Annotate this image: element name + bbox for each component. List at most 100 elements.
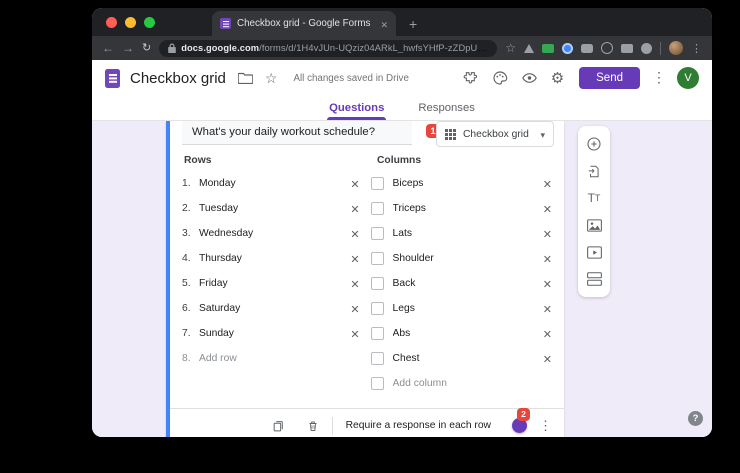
star-form-icon[interactable] [265,70,278,87]
remove-column-icon[interactable] [543,250,552,268]
column-label[interactable]: Legs [393,303,537,314]
column-label[interactable]: Triceps [393,203,537,214]
question-type-dropdown[interactable]: Checkbox grid [436,121,554,147]
row-label[interactable]: Wednesday [199,228,344,239]
add-section-icon[interactable] [586,271,602,287]
import-questions-icon[interactable] [586,163,602,179]
new-tab-button[interactable]: + [409,17,417,31]
add-video-icon[interactable] [586,244,602,260]
form-title[interactable]: Checkbox grid [130,70,226,87]
remove-column-icon[interactable] [543,200,552,218]
remove-row-icon[interactable] [350,225,359,243]
column-item[interactable]: Shoulder [370,246,552,271]
column-item[interactable]: Biceps [370,171,552,196]
remove-row-icon[interactable] [350,325,359,343]
add-title-icon[interactable]: TT [586,190,602,206]
settings-gear-icon[interactable] [551,69,564,87]
row-label[interactable]: Sunday [199,328,344,339]
question-more-options-icon[interactable] [539,417,552,435]
browser-tab[interactable]: Checkbox grid - Google Forms [212,11,396,36]
remove-column-icon[interactable] [543,300,552,318]
bookmark-star-icon[interactable] [505,39,516,57]
row-item[interactable]: 1. Monday [182,171,360,196]
reload-icon[interactable]: ↻ [142,42,151,54]
row-item[interactable]: 4. Thursday [182,246,360,271]
row-label[interactable]: Add row [199,353,344,364]
require-response-toggle[interactable]: 2 [502,407,530,433]
account-avatar[interactable]: V [677,67,699,89]
column-item[interactable]: Legs [370,296,552,321]
row-label[interactable]: Thursday [199,253,344,264]
row-item[interactable]: 3. Wednesday [182,221,360,246]
row-label[interactable]: Friday [199,278,344,289]
remove-column-icon[interactable] [543,225,552,243]
row-label[interactable]: Saturday [199,303,344,314]
add-question-icon[interactable] [586,136,602,152]
send-button[interactable]: Send [579,67,640,89]
row-item[interactable]: 5. Friday [182,271,360,296]
column-item[interactable]: Triceps [370,196,552,221]
back-icon[interactable]: ← [102,42,114,54]
delete-trash-icon[interactable] [307,419,319,433]
remove-row-icon[interactable] [350,250,359,268]
zoom-window-button[interactable] [144,17,155,28]
column-label[interactable]: Chest [393,353,537,364]
column-item[interactable]: Back [370,271,552,296]
remove-column-icon[interactable] [543,350,552,368]
question-card-header: What's your daily workout schedule? 1 Ch… [170,121,564,147]
more-options-icon[interactable] [652,69,666,87]
row-number: 5. [182,278,191,289]
column-item[interactable]: Lats [370,221,552,246]
column-label[interactable]: Add column [393,378,537,389]
tab-questions[interactable]: Questions [327,96,387,120]
extension-icon[interactable] [581,43,593,53]
column-label[interactable]: Shoulder [393,253,537,264]
column-item[interactable]: Add column [370,371,552,396]
preview-eye-icon[interactable] [521,70,538,86]
address-bar[interactable]: docs.google.com/forms/d/1H4vJUn-UQziz04A… [159,39,498,57]
remove-column-icon[interactable] [543,325,552,343]
duplicate-icon[interactable] [272,419,285,433]
row-label[interactable]: Tuesday [199,203,344,214]
column-label[interactable]: Biceps [393,178,537,189]
remove-row-icon[interactable] [350,275,359,293]
move-to-folder-icon[interactable] [237,72,253,84]
row-item[interactable]: 7. Sunday [182,321,360,346]
remove-column-icon[interactable] [543,275,552,293]
remove-row-icon[interactable] [350,200,359,218]
checkbox-icon [370,227,384,240]
question-title-input[interactable]: What's your daily workout schedule? [182,121,412,145]
close-tab-icon[interactable] [380,15,388,33]
remove-row-icon[interactable] [350,175,359,193]
close-window-button[interactable] [106,17,117,28]
forward-icon[interactable]: → [122,42,134,54]
column-label[interactable]: Lats [393,228,537,239]
help-button[interactable]: ? [688,411,703,426]
extension-icon[interactable] [524,43,534,53]
column-label[interactable]: Abs [393,328,537,339]
extension-icon[interactable] [601,42,613,54]
row-label[interactable]: Monday [199,178,344,189]
row-item[interactable]: 6. Saturday [182,296,360,321]
mail-extension-icon[interactable] [542,43,554,53]
theme-palette-icon[interactable] [492,70,508,86]
chat-extension-icon[interactable] [621,43,633,53]
column-item[interactable]: Chest [370,346,552,371]
minimize-window-button[interactable] [125,17,136,28]
row-item[interactable]: 8. Add row [182,346,360,371]
extension-icon[interactable] [641,42,652,54]
browser-menu-icon[interactable] [691,39,702,57]
question-card[interactable]: What's your daily workout schedule? 1 Ch… [166,121,564,437]
google-forms-logo-icon[interactable] [105,68,120,88]
remove-row-icon[interactable] [350,300,359,318]
browser-profile-avatar[interactable] [669,41,683,55]
remove-column-icon[interactable] [543,175,552,193]
add-ons-puzzle-icon[interactable] [463,70,479,86]
extension-icon[interactable] [562,42,573,54]
column-item[interactable]: Abs [370,321,552,346]
row-item[interactable]: 2. Tuesday [182,196,360,221]
column-label[interactable]: Back [393,278,537,289]
add-image-icon[interactable] [586,217,602,233]
row-number: 1. [182,178,191,189]
tab-responses[interactable]: Responses [416,96,477,120]
